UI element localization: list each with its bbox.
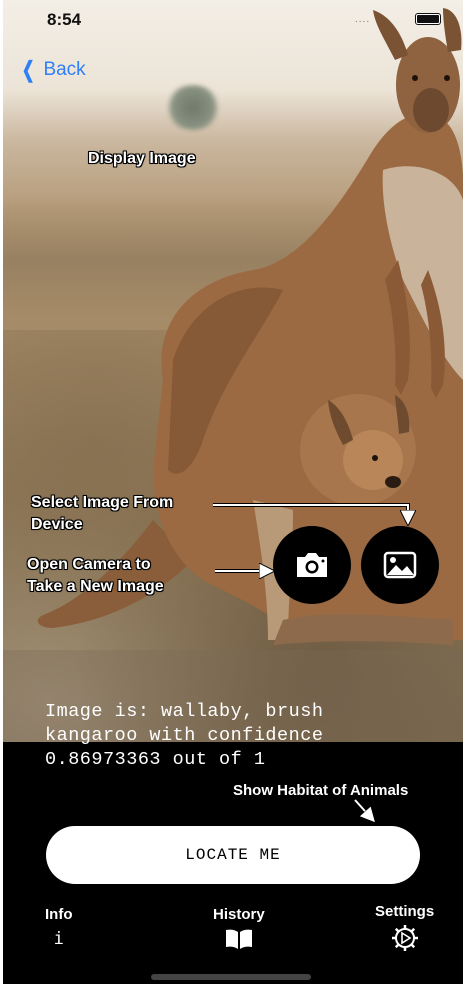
home-indicator xyxy=(151,974,311,980)
info-icon: i xyxy=(53,929,64,949)
tab-settings-label: Settings xyxy=(375,903,435,920)
tab-info-label: Info xyxy=(45,906,73,923)
select-image-button[interactable] xyxy=(361,526,439,604)
app-screen: 8:54 .... ❮ Back Display Image Select Im… xyxy=(3,0,463,984)
camera-icon xyxy=(297,553,327,577)
tab-history[interactable]: History xyxy=(213,906,265,951)
gear-icon xyxy=(391,925,418,951)
classification-result: Image is: wallaby, brush kangaroo with c… xyxy=(45,701,324,770)
tab-settings[interactable]: Settings xyxy=(375,903,434,952)
tab-history-label: History xyxy=(213,906,265,923)
tab-info[interactable]: Info i xyxy=(45,906,73,949)
open-camera-button[interactable] xyxy=(273,526,351,604)
image-icon xyxy=(383,551,417,579)
locate-me-button[interactable]: LOCATE ME xyxy=(46,826,420,884)
book-icon xyxy=(225,929,252,949)
